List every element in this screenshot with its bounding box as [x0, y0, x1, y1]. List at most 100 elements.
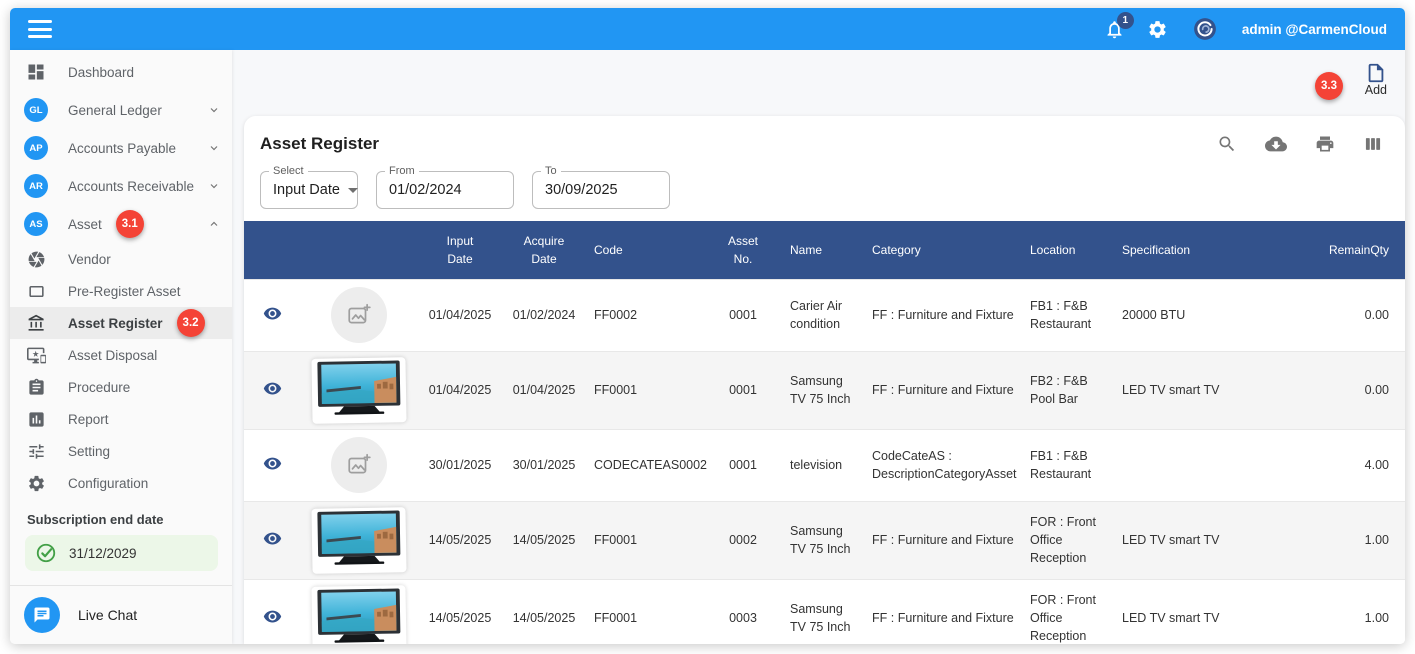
col-asset-no[interactable]: Asset No.: [704, 221, 782, 279]
col-remain-qty[interactable]: RemainQty: [1319, 221, 1405, 279]
cell-image: [300, 429, 418, 501]
asset-table-container: Input Date Acquire Date Code Asset No. N…: [244, 221, 1405, 644]
image-placeholder-icon: [331, 287, 387, 343]
notifications-button[interactable]: 1: [1104, 11, 1134, 40]
sidebar-item-accounts-payable[interactable]: AP Accounts Payable: [10, 129, 232, 167]
sidebar-item-procedure[interactable]: Procedure: [10, 371, 232, 403]
user-avatar[interactable]: [1190, 14, 1220, 44]
notification-count-badge: 1: [1116, 11, 1134, 29]
view-row-button[interactable]: [261, 527, 284, 550]
table-row: 14/05/2025 14/05/2025 FF0001 0002 Samsung TV…: [244, 501, 1405, 580]
table-row: 01/04/2025 01/04/2025 FF0001 0001 Samsung TV…: [244, 351, 1405, 430]
from-date-field[interactable]: From 01/02/2024: [376, 165, 514, 209]
document-add-icon: [1365, 62, 1387, 84]
cell-name: Samsung TV 75 Inch: [790, 524, 851, 557]
page-actions: 3.3 Add: [232, 50, 1405, 116]
cell-remain-qty: 0.00: [1364, 307, 1389, 322]
select-label: Select: [269, 165, 308, 179]
print-button[interactable]: [1315, 134, 1335, 154]
cell-specification: LED TV smart TV: [1122, 611, 1220, 626]
col-code[interactable]: Code: [586, 221, 704, 279]
sidebar-item-general-ledger[interactable]: GL General Ledger: [10, 91, 232, 129]
cell-actions: [244, 351, 300, 429]
cell-category: FF : Furniture and Fixture: [872, 533, 1014, 548]
sidebar-item-asset-disposal[interactable]: Asset Disposal: [10, 339, 232, 371]
topbar-settings-button[interactable]: [1147, 19, 1168, 40]
cell-input-date: 14/05/2025: [428, 611, 492, 626]
cell-location: FOR : Front Office Reception: [1030, 593, 1096, 644]
sidebar-item-asset[interactable]: AS Asset 3.1: [10, 205, 232, 243]
col-location[interactable]: Location: [1022, 221, 1114, 279]
to-value: 30/09/2025: [545, 182, 618, 198]
cell-name: Carier Air condition: [790, 298, 843, 331]
username: admin @CarmenCloud: [1241, 21, 1387, 37]
dashboard-icon: [24, 60, 48, 84]
cell-location: FB2 : F&B Pool Bar: [1030, 373, 1088, 407]
table-row: 14/05/2025 14/05/2025 FF0001 0003 Samsung TV…: [244, 579, 1405, 644]
as-avatar: AS: [24, 212, 48, 236]
sidebar: Dashboard GL General Ledger AP Accounts …: [10, 50, 232, 644]
col-input-date[interactable]: Input Date: [418, 221, 502, 279]
cell-acquire-date: 14/05/2025: [512, 533, 576, 548]
sidebar-item-asset-register[interactable]: Asset Register 3.2: [10, 307, 232, 339]
to-date-field[interactable]: To 30/09/2025: [532, 165, 670, 209]
columns-button[interactable]: [1363, 134, 1383, 154]
view-row-button[interactable]: [261, 302, 284, 325]
cell-actions: [244, 501, 300, 579]
from-value: 01/02/2024: [389, 182, 462, 198]
col-acquire-date[interactable]: Acquire Date: [502, 221, 586, 279]
columns-icon: [1363, 134, 1383, 154]
sidebar-item-configuration[interactable]: Configuration: [10, 467, 232, 499]
cell-image: [300, 351, 418, 429]
view-row-button[interactable]: [261, 377, 284, 400]
col-image: [300, 221, 418, 279]
cell-code: CODECATEAS0002: [594, 458, 708, 473]
filter-type-select[interactable]: Select Input Date: [260, 165, 358, 209]
view-row-button[interactable]: [261, 605, 284, 628]
cell-asset-no: 0001: [729, 458, 757, 473]
cell-input-date: 30/01/2025: [428, 458, 492, 473]
cell-asset-no: 0003: [729, 611, 757, 626]
col-category[interactable]: Category: [864, 221, 1022, 279]
cloud-download-icon: [1265, 133, 1287, 155]
cell-acquire-date: 01/02/2024: [512, 307, 576, 322]
cell-image: [300, 579, 418, 644]
tutorial-badge-3-1: 3.1: [115, 210, 144, 238]
devices-star-icon: [24, 343, 48, 367]
cell-category: FF : Furniture and Fixture: [872, 383, 1014, 397]
sidebar-item-report[interactable]: Report: [10, 403, 232, 435]
sidebar-item-pre-register-asset[interactable]: Pre-Register Asset: [10, 275, 232, 307]
cell-actions: [244, 429, 300, 501]
hamburger-menu-button[interactable]: [28, 20, 52, 38]
cell-specification: LED TV smart TV: [1122, 533, 1220, 548]
cell-image: [300, 279, 418, 351]
col-name[interactable]: Name: [782, 221, 864, 279]
cell-category: FF : Furniture and Fixture: [872, 307, 1014, 322]
chat-bubble-icon: [24, 597, 60, 633]
cell-remain-qty: 1.00: [1364, 611, 1389, 626]
search-button[interactable]: [1217, 134, 1237, 154]
chevron-down-icon: [208, 104, 220, 116]
chevron-down-icon: [208, 180, 220, 192]
asset-photo-tv: [311, 584, 407, 644]
cell-location: FB1 : F&B Restaurant: [1030, 298, 1092, 331]
cell-remain-qty: 1.00: [1364, 533, 1389, 548]
add-button[interactable]: Add: [1365, 62, 1387, 97]
view-row-button[interactable]: [261, 452, 284, 475]
from-label: From: [385, 165, 419, 179]
col-specification[interactable]: Specification: [1114, 221, 1319, 279]
sidebar-item-dashboard[interactable]: Dashboard: [10, 53, 232, 91]
subscription-date-pill: 31/12/2029: [25, 535, 218, 571]
subscription-date-value: 31/12/2029: [69, 545, 137, 561]
cell-code: FF0001: [594, 383, 638, 397]
export-button[interactable]: [1265, 133, 1287, 155]
sidebar-item-vendor[interactable]: Vendor: [10, 243, 232, 275]
bank-icon: [24, 311, 48, 335]
cell-acquire-date: 01/04/2025: [512, 383, 576, 397]
select-value: Input Date: [273, 182, 340, 198]
sidebar-item-setting[interactable]: Setting: [10, 435, 232, 467]
eye-icon: [263, 379, 282, 398]
asset-register-card: Asset Register Select Input Date From 01…: [244, 116, 1405, 644]
live-chat-button[interactable]: Live Chat: [10, 586, 232, 644]
sidebar-item-accounts-receivable[interactable]: AR Accounts Receivable: [10, 167, 232, 205]
